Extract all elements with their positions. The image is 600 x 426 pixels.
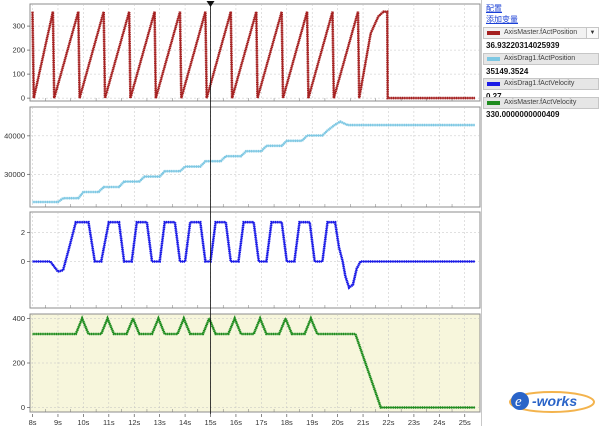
chart-panel-2: 30000 40000 [4,106,481,208]
x-tick-label: 21s [357,418,369,426]
x-tick-label: 18s [281,418,293,426]
x-tick-label: 25s [459,418,471,426]
channel-value: 35149.3524 [486,67,529,76]
y-tick-label: 100 [12,70,25,79]
x-tick-label: 24s [433,418,445,426]
color-swatch [487,101,500,105]
x-tick-label: 10s [77,418,89,426]
y-tick-label: 0 [21,257,25,266]
chart-panel-4: 0 200 400 [12,313,481,413]
y-tick-label: 300 [12,22,25,31]
color-swatch [487,82,500,86]
channel-name: AxisMaster.fActPosition [504,29,578,36]
x-tick-label: 19s [306,418,318,426]
x-tick-label: 23s [408,418,420,426]
add-variable-link[interactable]: 添加变量 [486,14,518,25]
y-tick-label: 0 [21,94,25,103]
x-tick-label: 17s [255,418,267,426]
chevron-down-icon[interactable]: ▼ [586,28,598,38]
channel-name: AxisMaster.fActVelocity [504,99,577,106]
y-tick-label: 2 [21,228,25,237]
svg-text:e: e [515,394,522,410]
x-tick-label: 15s [204,418,216,426]
x-tick-label: 13s [154,418,166,426]
x-tick-label: 22s [382,418,394,426]
x-tick-label: 9s [54,418,62,426]
eworks-watermark-logo: e -works [509,391,595,413]
y-tick-label: 400 [12,314,25,323]
channel-value: 330.0000000000409 [486,110,560,119]
svg-text:-works: -works [532,393,577,409]
y-tick-label: 200 [12,46,25,55]
y-tick-label: 200 [12,359,25,368]
chart-panel-1: 0 100 200 300 [12,3,481,103]
channel-name: AxisDrag1.fActVelocity [504,80,575,87]
x-tick-label: 11s [103,418,115,426]
channel-axismaster-velocity[interactable]: AxisMaster.fActVelocity [483,97,599,109]
x-tick-label: 14s [179,418,191,426]
y-tick-label: 30000 [4,170,25,179]
x-tick-label: 12s [128,418,140,426]
channel-value: 36.93220314025939 [486,41,560,50]
color-swatch [487,57,500,61]
color-swatch [487,31,500,35]
chart-panel-3: 02 [21,211,481,309]
x-tick-label: 16s [230,418,242,426]
channel-axismaster-position[interactable]: AxisMaster.fActPosition ▼ [483,27,599,39]
x-tick-label: 20s [332,418,344,426]
channel-sidebar: 配置 添加变量 AxisMaster.fActPosition ▼ 36.932… [481,0,600,426]
x-tick-label: 8s [29,418,37,426]
channel-axisdrag1-velocity[interactable]: AxisDrag1.fActVelocity [483,78,599,90]
config-link[interactable]: 配置 [486,3,502,14]
channel-axisdrag1-position[interactable]: AxisDrag1.fActPosition [483,53,599,65]
y-tick-label: 0 [21,403,25,412]
channel-name: AxisDrag1.fActPosition [504,55,576,62]
y-tick-label: 40000 [4,131,25,140]
